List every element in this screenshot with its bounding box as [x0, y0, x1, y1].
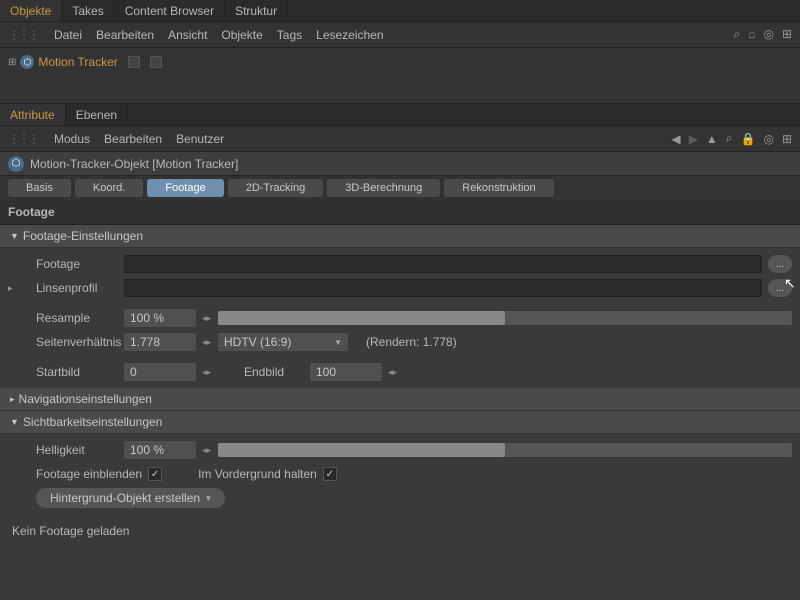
tab-ebenen[interactable]: Ebenen — [66, 104, 128, 125]
tab-content-browser[interactable]: Content Browser — [115, 0, 225, 21]
spinner-icon[interactable]: ◂▸ — [202, 445, 212, 456]
label-helligkeit: Helligkeit — [24, 443, 118, 457]
slider-fill — [218, 443, 505, 457]
button-label: Hintergrund-Objekt erstellen — [50, 491, 200, 505]
search-icon[interactable]: ⌕ — [726, 131, 733, 146]
seitenverhaeltnis-input[interactable] — [124, 333, 196, 351]
tree-expand-icon[interactable]: ⊞ — [8, 57, 16, 68]
subtab-basis[interactable]: Basis — [8, 179, 71, 197]
status-message: Kein Footage geladen — [0, 514, 800, 548]
group-sichtbarkeitseinstellungen[interactable]: ▼ Sichtbarkeitseinstellungen — [0, 411, 800, 434]
footage-browse-button[interactable]: ... — [768, 255, 792, 273]
tree-item-motion-tracker[interactable]: Motion Tracker — [38, 55, 117, 69]
label-linsenprofil: Linsenprofil — [24, 281, 118, 295]
subtab-rekonstruktion[interactable]: Rekonstruktion — [444, 179, 553, 197]
hintergrund-objekt-erstellen-button[interactable]: Hintergrund-Objekt erstellen ▾ — [36, 488, 225, 508]
nav-fwd-icon[interactable]: ▶ — [689, 132, 698, 146]
tag-slot-2[interactable] — [150, 56, 162, 68]
lock-icon[interactable]: 🔒 — [741, 132, 756, 146]
spinner-icon[interactable]: ◂▸ — [388, 367, 398, 378]
menu-bearbeiten[interactable]: Bearbeiten — [96, 28, 154, 42]
maximize-icon[interactable]: ⊞ — [782, 132, 792, 146]
tab-struktur[interactable]: Struktur — [225, 0, 288, 21]
object-header: ⬡ Motion-Tracker-Objekt [Motion Tracker] — [0, 152, 800, 176]
label-resample: Resample — [24, 311, 118, 325]
spinner-icon[interactable]: ◂▸ — [202, 367, 212, 378]
label-startbild: Startbild — [24, 365, 118, 379]
attribute-menubar: ⋮⋮⋮ Modus Bearbeiten Benutzer ◀ ▶ ▲ ⌕ 🔒 … — [0, 126, 800, 152]
chevron-down-icon: ▾ — [206, 493, 211, 504]
aspect-preset-dropdown[interactable]: HDTV (16:9) ▼ — [218, 333, 348, 351]
label-footage-einblenden: Footage einblenden — [24, 467, 142, 481]
object-menubar: ⋮⋮⋮ Datei Bearbeiten Ansicht Objekte Tag… — [0, 22, 800, 48]
linsenprofil-browse-button[interactable]: ... — [768, 279, 792, 297]
group-navigationseinstellungen[interactable]: ▸ Navigationseinstellungen — [0, 388, 800, 411]
eye-icon[interactable]: ◎ — [763, 27, 773, 42]
attr-menu-bearbeiten[interactable]: Bearbeiten — [104, 132, 162, 146]
target-icon[interactable]: ◎ — [763, 132, 773, 146]
chevron-right-icon[interactable]: ▸ — [8, 283, 18, 294]
tab-objekte[interactable]: Objekte — [0, 0, 62, 21]
object-tree: ⊞ ⬡ Motion Tracker — [0, 48, 800, 104]
motion-tracker-icon: ⬡ — [8, 156, 24, 172]
resample-input[interactable] — [124, 309, 196, 327]
footage-path-input[interactable] — [124, 255, 762, 273]
endbild-input[interactable] — [310, 363, 382, 381]
menu-objekte[interactable]: Objekte — [221, 28, 262, 42]
attribute-tab-bar: Attribute Ebenen — [0, 104, 800, 126]
spinner-icon[interactable]: ◂▸ — [202, 313, 212, 324]
footage-einblenden-checkbox[interactable]: ✓ — [148, 467, 162, 481]
im-vordergrund-checkbox[interactable]: ✓ — [323, 467, 337, 481]
home-icon[interactable]: ⌂ — [748, 27, 755, 42]
subtab-3d-berechnung[interactable]: 3D-Berechnung — [327, 179, 440, 197]
search-icon[interactable]: ⌕ — [733, 27, 740, 42]
top-tab-bar: Objekte Takes Content Browser Struktur — [0, 0, 800, 22]
tab-attribute[interactable]: Attribute — [0, 104, 66, 125]
chevron-down-icon: ▼ — [10, 417, 19, 427]
motion-tracker-icon: ⬡ — [20, 55, 34, 69]
chevron-right-icon: ▸ — [10, 394, 15, 405]
label-seitenverhaeltnis: Seitenverhältnis — [24, 335, 118, 349]
label-im-vordergrund: Im Vordergrund halten — [198, 467, 317, 481]
subtab-2d-tracking[interactable]: 2D-Tracking — [228, 179, 324, 197]
helligkeit-slider[interactable] — [218, 443, 792, 457]
menu-tags[interactable]: Tags — [277, 28, 302, 42]
menu-ansicht[interactable]: Ansicht — [168, 28, 207, 42]
label-endbild: Endbild — [244, 365, 304, 379]
maximize-icon[interactable]: ⊞ — [782, 27, 792, 42]
linsenprofil-input[interactable] — [124, 279, 762, 297]
section-title-footage: Footage — [0, 200, 800, 225]
slider-fill — [218, 311, 505, 325]
group-label: Footage-Einstellungen — [23, 229, 143, 243]
subtab-footage[interactable]: Footage — [147, 179, 223, 197]
chevron-down-icon: ▼ — [334, 338, 342, 347]
label-footage: Footage — [24, 257, 118, 271]
startbild-input[interactable] — [124, 363, 196, 381]
nav-up-icon[interactable]: ▲ — [706, 132, 718, 146]
group-footage-einstellungen[interactable]: ▼ Footage-Einstellungen — [0, 225, 800, 248]
tag-slot-1[interactable] — [128, 56, 140, 68]
attribute-sub-tabs: Basis Koord. Footage 2D-Tracking 3D-Bere… — [0, 176, 800, 200]
helligkeit-input[interactable] — [124, 441, 196, 459]
attr-menu-modus[interactable]: Modus — [54, 132, 90, 146]
menu-datei[interactable]: Datei — [54, 28, 82, 42]
attr-menu-benutzer[interactable]: Benutzer — [176, 132, 224, 146]
grip-icon: ⋮⋮⋮ — [8, 28, 38, 42]
render-aspect-text: (Rendern: 1.778) — [366, 335, 457, 349]
nav-back-icon[interactable]: ◀ — [671, 132, 680, 146]
chevron-down-icon: ▼ — [10, 231, 19, 241]
object-title: Motion-Tracker-Objekt [Motion Tracker] — [30, 157, 238, 171]
tab-takes[interactable]: Takes — [62, 0, 114, 21]
subtab-koord[interactable]: Koord. — [75, 179, 143, 197]
dropdown-value: HDTV (16:9) — [224, 335, 291, 349]
grip-icon: ⋮⋮⋮ — [8, 132, 38, 146]
group-label: Sichtbarkeitseinstellungen — [23, 415, 162, 429]
resample-slider[interactable] — [218, 311, 792, 325]
group-label: Navigationseinstellungen — [19, 392, 152, 406]
spinner-icon[interactable]: ◂▸ — [202, 337, 212, 348]
menu-lesezeichen[interactable]: Lesezeichen — [316, 28, 383, 42]
